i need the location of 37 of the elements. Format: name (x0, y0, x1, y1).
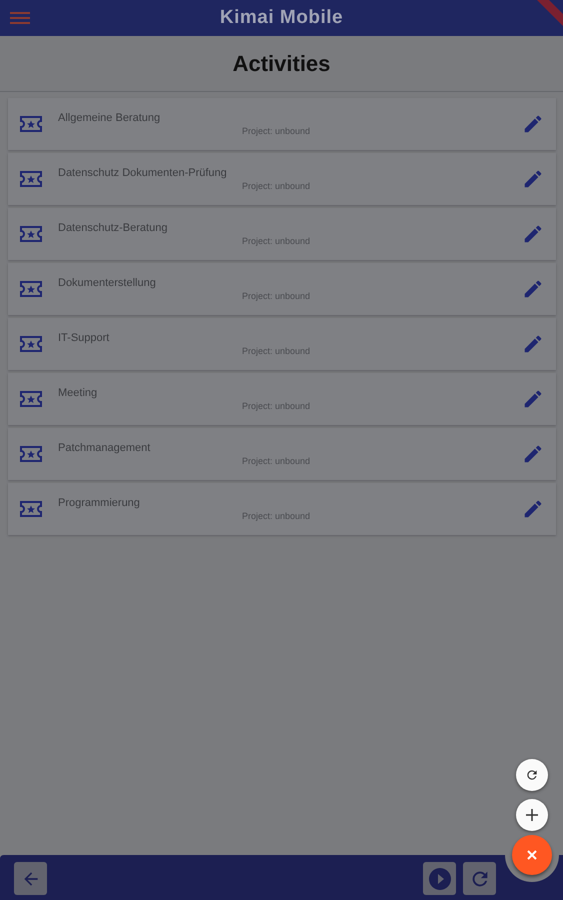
close-icon (525, 848, 539, 862)
edit-icon[interactable] (522, 333, 544, 355)
activity-name: Datenschutz Dokumenten-Prüfung (58, 167, 228, 179)
edit-icon[interactable] (522, 223, 544, 245)
activity-name: Datenschutz-Beratung (58, 222, 168, 234)
refresh-button[interactable] (463, 862, 496, 895)
edit-icon[interactable] (522, 388, 544, 410)
ticket-icon (20, 281, 42, 297)
ticket-icon (20, 171, 42, 187)
back-button[interactable] (14, 862, 47, 895)
activity-name: Meeting (58, 387, 98, 399)
play-icon (428, 866, 452, 890)
refresh-icon (525, 768, 539, 782)
add-fab[interactable] (516, 799, 548, 831)
activity-name: Patchmanagement (58, 442, 152, 454)
ticket-icon (20, 226, 42, 242)
ticket-icon (20, 501, 42, 517)
menu-icon[interactable] (10, 10, 30, 26)
ticket-icon (20, 116, 42, 132)
ticket-icon (20, 446, 42, 462)
plus-icon (525, 808, 539, 822)
close-fab[interactable] (512, 835, 552, 875)
activity-name: Programmierung (58, 497, 141, 509)
edit-icon[interactable] (522, 168, 544, 190)
app-title: Kimai Mobile (220, 7, 344, 29)
edit-icon[interactable] (522, 278, 544, 300)
edit-icon[interactable] (522, 443, 544, 465)
activity-name: Allgemeine Beratung (58, 112, 162, 124)
activity-name: Dokumenterstellung (58, 277, 157, 289)
edit-icon[interactable] (522, 498, 544, 520)
refresh-fab[interactable] (516, 759, 548, 791)
ticket-icon (20, 336, 42, 352)
ticket-icon (20, 391, 42, 407)
play-button[interactable] (423, 862, 456, 895)
page-title: Activities (232, 50, 330, 76)
edit-icon[interactable] (522, 113, 544, 135)
activity-name: IT-Support (58, 332, 110, 344)
